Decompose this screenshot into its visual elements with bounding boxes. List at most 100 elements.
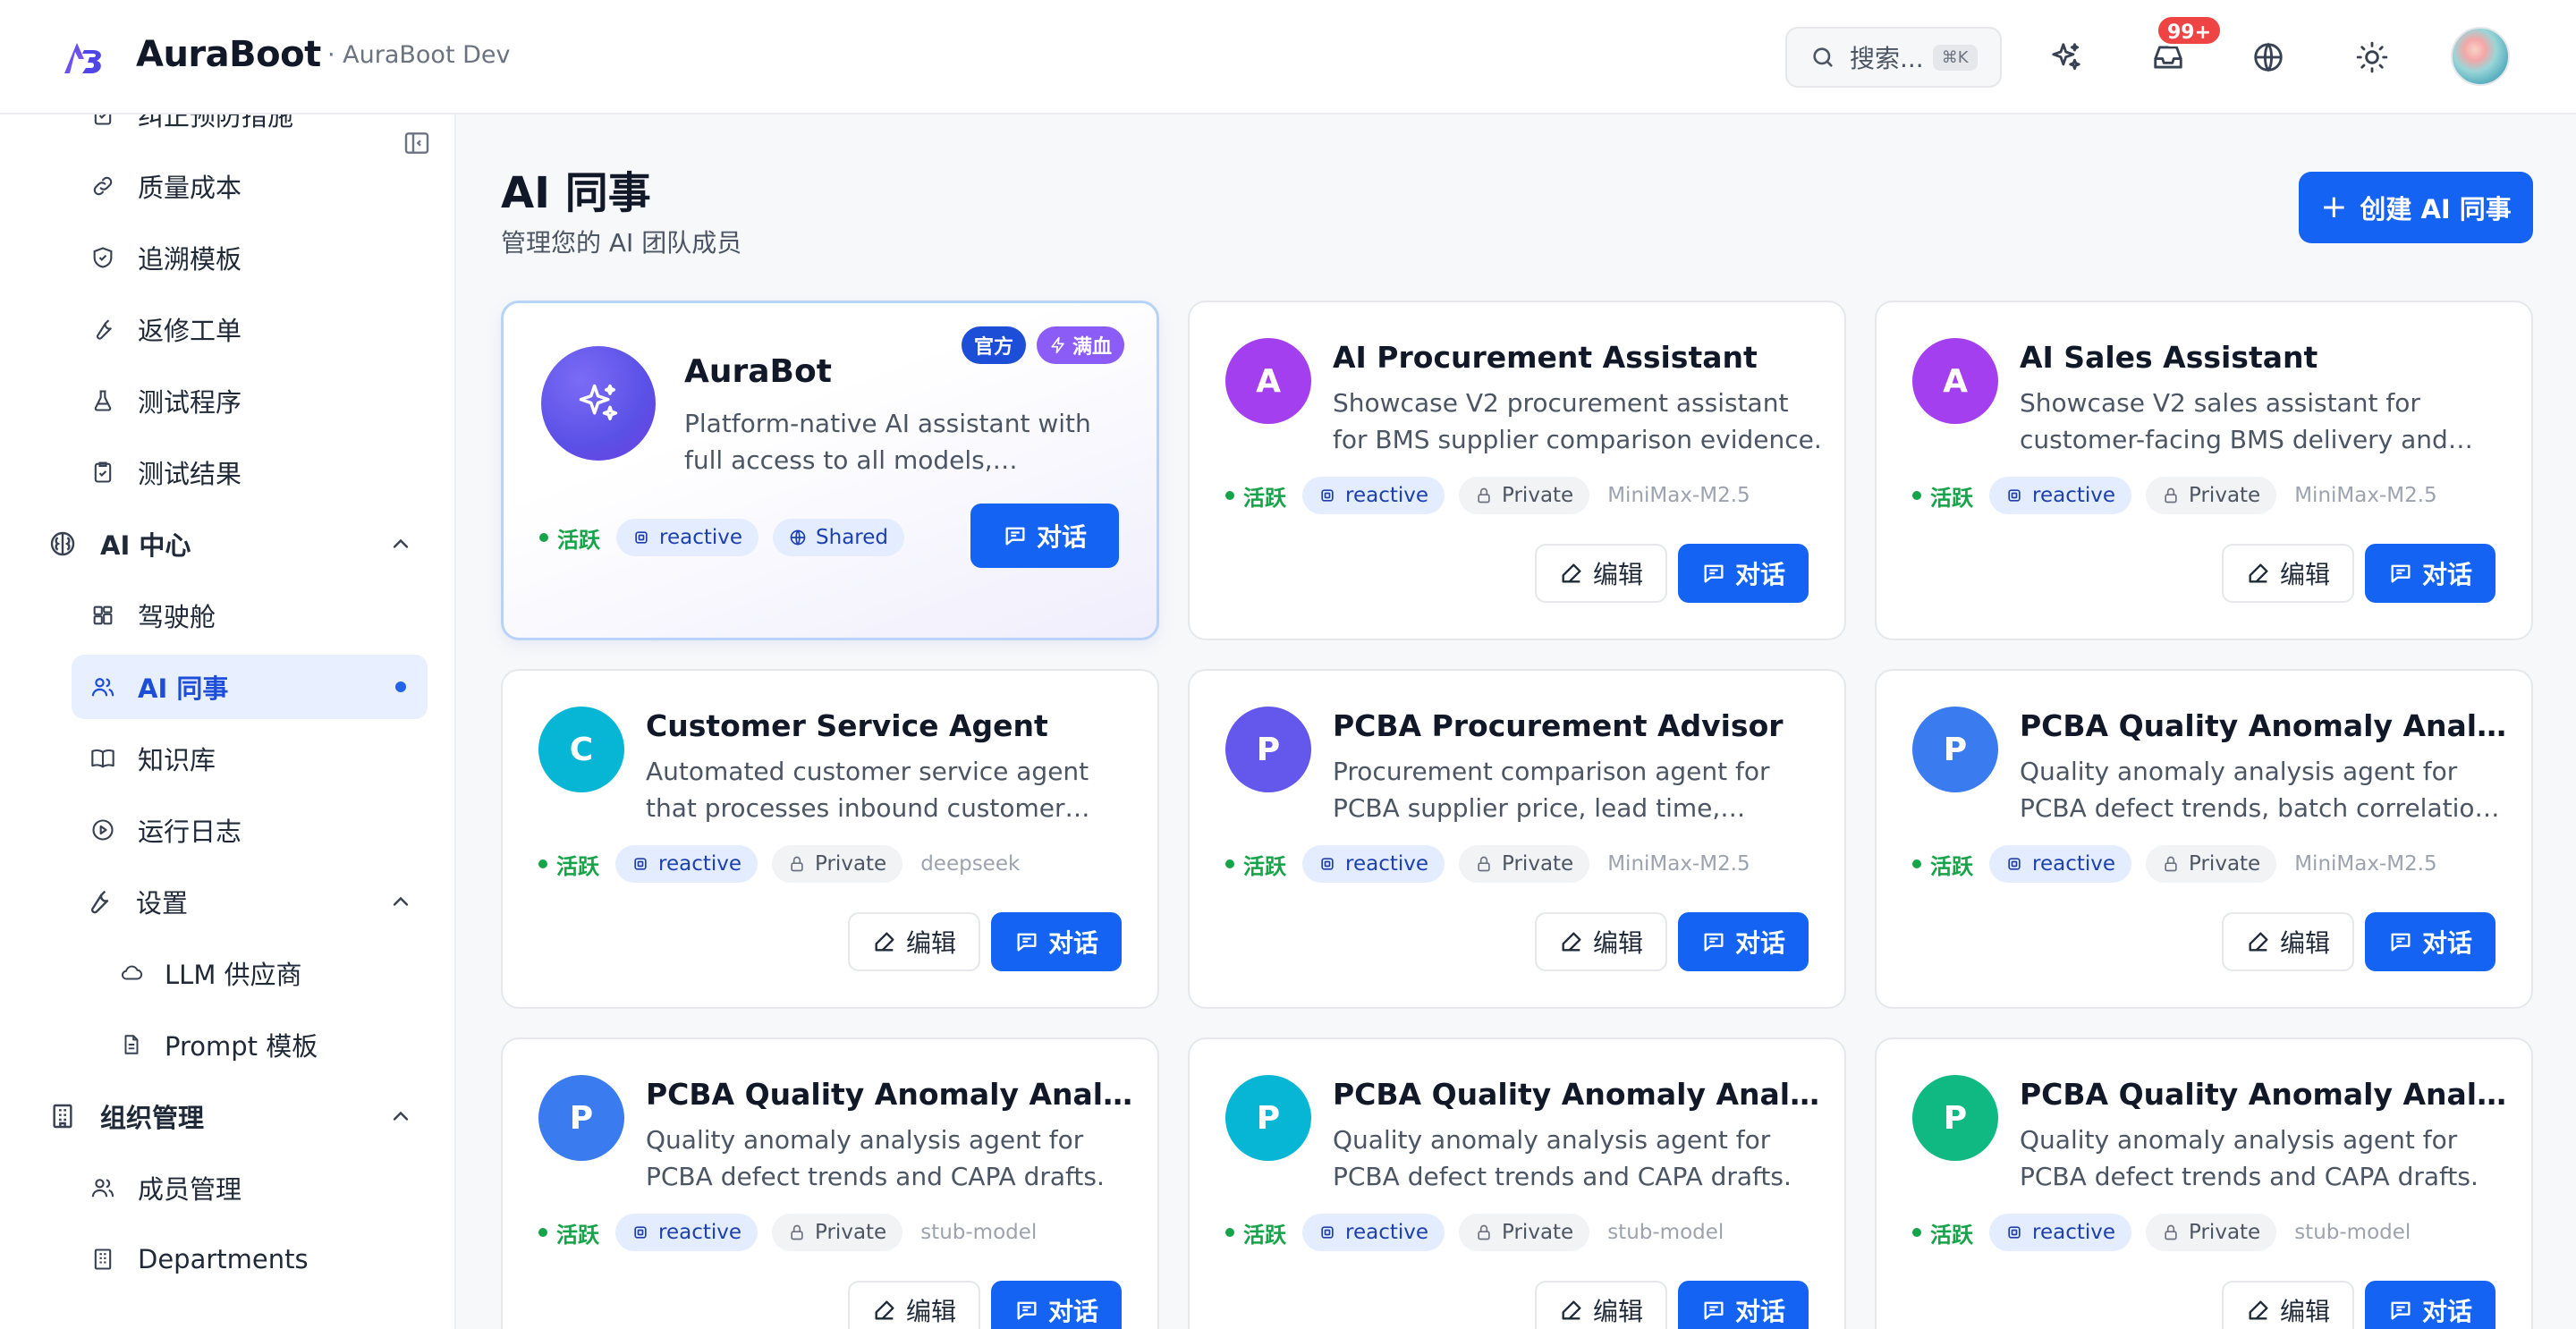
- lock-icon: [2162, 855, 2180, 873]
- sidebar-item-label: AI 同事: [138, 673, 229, 704]
- users-icon: [86, 1171, 120, 1205]
- agent-card[interactable]: P PCBA Quality Anomaly Analyst E... Qual…: [1188, 1037, 1846, 1329]
- status-badge: 活跃: [1225, 849, 1286, 880]
- agent-meta: 活跃 reactive Shared: [539, 518, 919, 557]
- sidebar-item-label: 返修工单: [138, 316, 242, 346]
- chat-button[interactable]: 对话: [970, 504, 1119, 568]
- visibility-chip: Private: [2146, 845, 2277, 883]
- sidebar-item-departments[interactable]: Departments: [72, 1227, 428, 1291]
- model-name: MiniMax-M2.5: [2294, 852, 2437, 876]
- notification-badge: 99+: [2156, 14, 2224, 47]
- lock-icon: [2162, 1223, 2180, 1241]
- edit-button[interactable]: 编辑: [1535, 1281, 1667, 1329]
- agent-avatar: C: [538, 707, 624, 792]
- sidebar-item-trace-template[interactable]: 追溯模板: [72, 225, 428, 290]
- sidebar-item-run-logs[interactable]: 运行日志: [72, 798, 428, 862]
- chat-button[interactable]: 对话: [2365, 912, 2496, 971]
- status-badge: 活跃: [1912, 480, 1973, 512]
- agent-card[interactable]: P PCBA Quality Anomaly Analyst E... Qual…: [501, 1037, 1159, 1329]
- edit-button[interactable]: 编辑: [2222, 912, 2354, 971]
- agent-description: Showcase V2 sales assistant for customer…: [2020, 388, 2448, 454]
- agent-name: PCBA Quality Anomaly Analyst: [2020, 708, 2512, 743]
- lock-icon: [1475, 855, 1493, 873]
- chat-button[interactable]: 对话: [1678, 912, 1809, 971]
- mode-chip: reactive: [615, 845, 758, 883]
- visibility-chip: Private: [1459, 845, 1590, 883]
- edit-button[interactable]: 编辑: [848, 912, 980, 971]
- chat-button[interactable]: 对话: [991, 1281, 1122, 1329]
- chat-icon: [1017, 933, 1037, 952]
- edit-button[interactable]: 编辑: [2222, 1281, 2354, 1329]
- sun-icon[interactable]: [2351, 36, 2394, 79]
- globe-icon[interactable]: [2247, 36, 2290, 79]
- sidebar-item-capa[interactable]: 纠正预防措施: [72, 114, 428, 147]
- edit-icon: [1562, 563, 1581, 583]
- agent-card-aurabot[interactable]: 官方 满血 AuraBot Platform-native AI assista…: [501, 301, 1159, 640]
- agent-avatar: P: [1225, 1075, 1311, 1161]
- sidebar-item-test-result[interactable]: 测试结果: [72, 440, 428, 504]
- chat-button[interactable]: 对话: [2365, 1281, 2496, 1329]
- sidebar-item-label: 质量成本: [138, 173, 242, 203]
- agent-avatar: A: [1225, 338, 1311, 424]
- user-avatar[interactable]: [2451, 27, 2510, 86]
- sidebar-item-label: 运行日志: [138, 817, 242, 847]
- edit-button[interactable]: 编辑: [848, 1281, 980, 1329]
- agent-card[interactable]: C Customer Service Agent Automated custo…: [501, 669, 1159, 1009]
- chevron-up-icon: [388, 1104, 413, 1129]
- sidebar-item-members[interactable]: 成员管理: [72, 1155, 428, 1220]
- chat-icon: [1017, 1301, 1037, 1320]
- aura-logo-icon[interactable]: [61, 38, 111, 77]
- agent-name: PCBA Quality Anomaly Analyst E...: [2020, 1077, 2512, 1112]
- sidebar-item-rework-order[interactable]: 返修工单: [72, 297, 428, 361]
- sidebar-item-label: 测试程序: [138, 387, 242, 418]
- dashboard-icon: [86, 598, 120, 632]
- agent-card[interactable]: P PCBA Quality Anomaly Analyst E... Qual…: [1875, 1037, 2533, 1329]
- clipboard-check-icon: [86, 114, 120, 131]
- sidebar-item-label: 测试结果: [138, 459, 242, 489]
- edit-icon: [2249, 1300, 2268, 1320]
- lock-icon: [788, 855, 806, 873]
- status-badge: 活跃: [1912, 849, 1973, 880]
- model-name: stub-model: [2294, 1221, 2411, 1244]
- building-icon: [86, 1242, 120, 1276]
- chat-button[interactable]: 对话: [1678, 544, 1809, 603]
- edit-button[interactable]: 编辑: [1535, 912, 1667, 971]
- lock-icon: [1475, 1223, 1493, 1241]
- agent-card[interactable]: P PCBA Procurement Advisor Procurement c…: [1188, 669, 1846, 1009]
- sidebar-item-test-program[interactable]: 测试程序: [72, 368, 428, 433]
- agent-description: Automated customer service agent that pr…: [646, 757, 1089, 823]
- sidebar-item-knowledge-base[interactable]: 知识库: [72, 726, 428, 791]
- chat-button[interactable]: 对话: [1678, 1281, 1809, 1329]
- agent-meta: 活跃 reactive Private MiniMax-M2.5: [1912, 476, 2437, 515]
- sidebar-item-ai-colleagues[interactable]: AI 同事: [72, 655, 428, 719]
- status-badge: 活跃: [1225, 480, 1286, 512]
- sidebar-item-llm-provider[interactable]: LLM 供应商: [107, 941, 428, 1005]
- agent-card[interactable]: P PCBA Quality Anomaly Analyst Quality a…: [1875, 669, 2533, 1009]
- building-icon: [45, 1098, 80, 1134]
- create-ai-colleague-button[interactable]: + 创建 AI 同事: [2299, 172, 2533, 243]
- chat-button[interactable]: 对话: [991, 912, 1122, 971]
- global-search[interactable]: 搜索... ⌘K: [1785, 27, 2002, 88]
- edit-button[interactable]: 编辑: [2222, 544, 2354, 603]
- chat-button[interactable]: 对话: [2365, 544, 2496, 603]
- edit-button[interactable]: 编辑: [1535, 544, 1667, 603]
- sidebar-item-cockpit[interactable]: 驾驶舱: [72, 583, 428, 648]
- cpu-icon: [1318, 487, 1336, 504]
- visibility-chip: Private: [772, 1214, 903, 1251]
- page-title: AI 同事: [501, 168, 651, 218]
- sidebar-group-settings[interactable]: 设置: [72, 869, 428, 934]
- sidebar-group-label: 组织管理: [100, 1103, 205, 1133]
- agent-card[interactable]: A AI Sales Assistant Showcase V2 sales a…: [1875, 301, 2533, 640]
- sidebar-item-quality-cost[interactable]: 质量成本: [72, 154, 428, 218]
- agent-description: Showcase V2 procurement assistant for BM…: [1333, 388, 1822, 454]
- status-badge: 活跃: [1912, 1217, 1973, 1249]
- create-button-label: 创建 AI 同事: [2360, 194, 2512, 224]
- sparkles-icon[interactable]: [2045, 36, 2088, 79]
- sidebar-item-prompt-template[interactable]: Prompt 模板: [107, 1012, 428, 1077]
- sidebar-group-ai-center[interactable]: AI 中心: [36, 512, 428, 576]
- sidebar-group-org[interactable]: 组织管理: [36, 1084, 428, 1148]
- agent-card[interactable]: A AI Procurement Assistant Showcase V2 p…: [1188, 301, 1846, 640]
- agent-description: Platform-native AI assistant with full a…: [684, 409, 1091, 475]
- mode-chip: reactive: [1302, 477, 1445, 514]
- edit-icon: [875, 1300, 894, 1320]
